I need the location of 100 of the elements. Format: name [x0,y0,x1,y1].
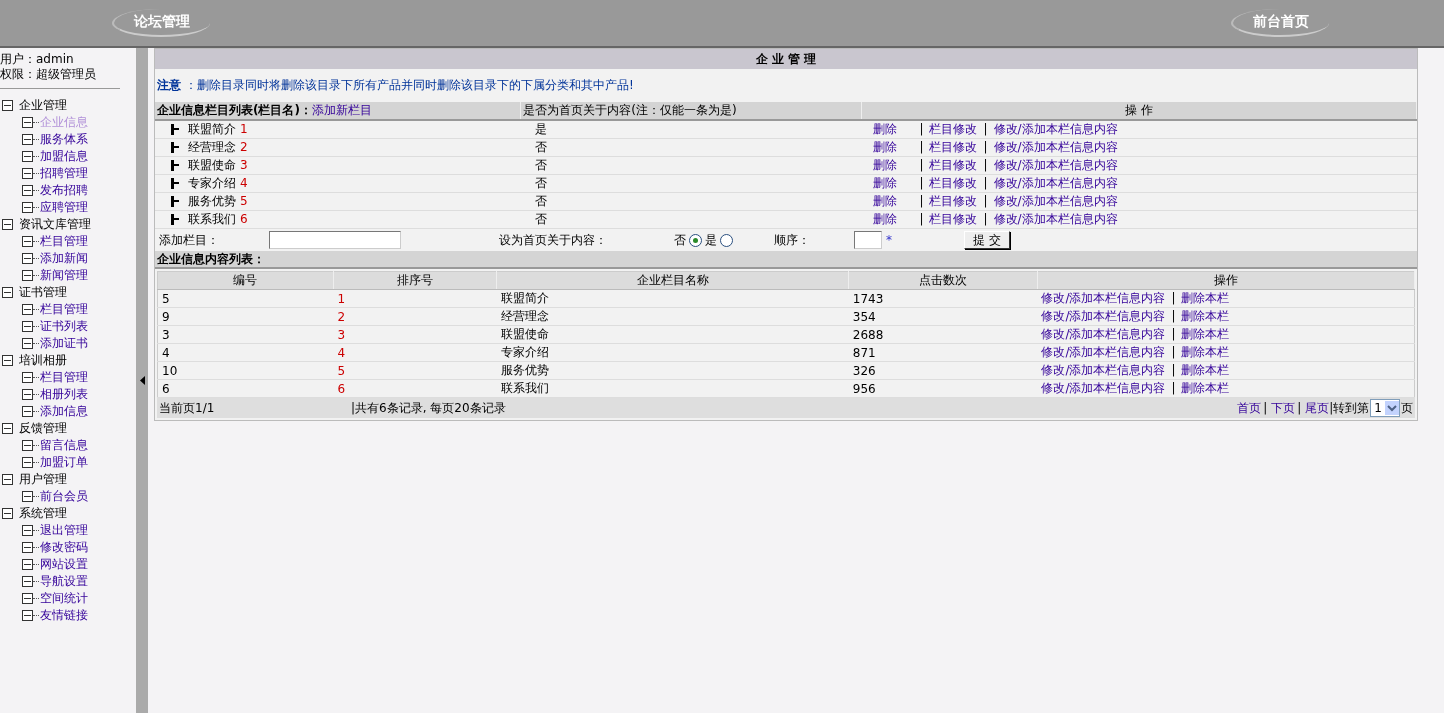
action-link[interactable]: 删除本栏 [1181,291,1230,305]
action-link[interactable]: 修改/添加本栏信息内容 [1041,309,1166,323]
submit-button[interactable]: 提 交 [964,231,1010,249]
order-number: 2 [240,140,248,154]
action-link[interactable]: 删除 [873,194,898,208]
action-link[interactable]: 修改/添加本栏信息内容 [1041,327,1166,341]
action-link[interactable]: 栏目修改 [929,212,978,226]
sidebar-item[interactable]: 添加新闻 [40,250,88,267]
collapse-icon[interactable] [2,474,13,485]
action-link[interactable]: 栏目修改 [929,140,978,154]
column-name-input[interactable] [269,231,401,249]
tree-node-icon [22,389,33,400]
sidebar-item[interactable]: 新闻管理 [40,267,88,284]
separator: | [983,212,988,226]
sidebar-item[interactable]: 友情链接 [40,607,88,624]
tree-branch-icon [171,214,182,225]
action-link[interactable]: 删除本栏 [1181,309,1230,323]
sidebar-item[interactable]: 退出管理 [40,522,88,539]
collapse-icon[interactable] [2,355,13,366]
pagination-link[interactable]: 首页 [1237,399,1262,417]
action-link[interactable]: 删除 [873,122,898,136]
order-number: 3 [240,158,248,172]
field-label: 设为首页关于内容： [499,231,608,249]
sidebar-group[interactable]: 培训相册 [19,352,67,369]
sidebar-item[interactable]: 证书列表 [40,318,88,335]
table-cell: 1743 [852,291,884,306]
collapse-icon[interactable] [2,100,13,111]
action-link[interactable]: 修改/添加本栏信息内容 [1041,291,1166,305]
action-link[interactable]: 删除 [873,158,898,172]
sidebar-item[interactable]: 栏目管理 [40,301,88,318]
action-link[interactable]: 修改/添加本栏信息内容 [993,122,1118,136]
action-link[interactable]: 栏目修改 [929,176,978,190]
sidebar-item[interactable]: 前台会员 [40,488,88,505]
action-link[interactable]: 删除本栏 [1181,363,1230,377]
sidebar-item[interactable]: 修改密码 [40,539,88,556]
action-link[interactable]: 删除本栏 [1181,327,1230,341]
sidebar-group[interactable]: 用户管理 [19,471,67,488]
page-select[interactable]: 1 [1370,399,1400,417]
sidebar-group[interactable]: 系统管理 [19,505,67,522]
column-header: 点击数次 [848,271,1038,290]
order-number: 6 [240,212,248,226]
action-link[interactable]: 删除本栏 [1181,345,1230,359]
sidebar-item[interactable]: 相册列表 [40,386,88,403]
sidebar-item[interactable]: 网站设置 [40,556,88,573]
column-header: 是否为首页关于内容(注：仅能一条为是) [520,102,862,120]
action-link[interactable]: 栏目修改 [929,158,978,172]
pagination-link[interactable]: 尾页 [1305,399,1330,417]
action-link[interactable]: 修改/添加本栏信息内容 [993,158,1118,172]
action-link[interactable]: 删除 [873,176,898,190]
sidebar-item[interactable]: 空间统计 [40,590,88,607]
pagination-link[interactable]: 下页 [1271,399,1296,417]
table-cell: 10 [162,363,178,378]
separator: | [1171,381,1176,395]
sidebar-item[interactable]: 导航设置 [40,573,88,590]
order-input[interactable] [854,231,882,249]
sidebar-item[interactable]: 招聘管理 [40,165,88,182]
sidebar-item[interactable]: 应聘管理 [40,199,88,216]
sidebar-item[interactable]: 发布招聘 [40,182,88,199]
action-link[interactable]: 栏目修改 [929,122,978,136]
collapse-icon[interactable] [2,508,13,519]
sidebar-item[interactable]: 加盟订单 [40,454,88,471]
sidebar-item[interactable]: 栏目管理 [40,233,88,250]
action-link[interactable]: 修改/添加本栏信息内容 [993,212,1118,226]
separator: | [919,140,924,154]
order-number: 3 [337,327,346,342]
sidebar-item[interactable]: 服务体系 [40,131,88,148]
required-mark: * [886,233,892,247]
sidebar-group[interactable]: 资讯文库管理 [19,216,91,233]
collapse-icon[interactable] [2,219,13,230]
action-link[interactable]: 删除 [873,140,898,154]
action-link[interactable]: 栏目修改 [929,194,978,208]
sidebar-group[interactable]: 企业管理 [19,97,67,114]
tree-node-icon [22,610,33,621]
tree-node-icon [22,491,33,502]
sidebar-item[interactable]: 留言信息 [40,437,88,454]
tree-node-icon [22,372,33,383]
sidebar-item[interactable]: 添加证书 [40,335,88,352]
radio-button[interactable] [689,233,702,247]
action-link[interactable]: 修改/添加本栏信息内容 [1041,381,1166,395]
action-link[interactable]: 删除 [873,212,898,226]
table-cell: 3 [162,327,170,342]
collapse-icon[interactable] [2,423,13,434]
action-link[interactable]: 修改/添加本栏信息内容 [993,194,1118,208]
radio-button[interactable] [720,233,733,247]
action-link[interactable]: 修改/添加本栏信息内容 [993,176,1118,190]
sidebar-item[interactable]: 添加信息 [40,403,88,420]
sidebar-item[interactable]: 加盟信息 [40,148,88,165]
collapse-arrow-icon[interactable] [139,376,145,385]
add-column-link[interactable]: 添加新栏目 [311,103,372,117]
action-link[interactable]: 修改/添加本栏信息内容 [1041,363,1166,377]
tree-node-icon [22,117,33,128]
sidebar-group[interactable]: 反馈管理 [19,420,67,437]
collapse-icon[interactable] [2,287,13,298]
action-link[interactable]: 删除本栏 [1181,381,1230,395]
tree-node-icon [22,202,33,213]
action-link[interactable]: 修改/添加本栏信息内容 [993,140,1118,154]
sidebar-group[interactable]: 证书管理 [19,284,67,301]
sidebar-item[interactable]: 栏目管理 [40,369,88,386]
role-label: 权限：超级管理员 [0,67,97,82]
action-link[interactable]: 修改/添加本栏信息内容 [1041,345,1166,359]
